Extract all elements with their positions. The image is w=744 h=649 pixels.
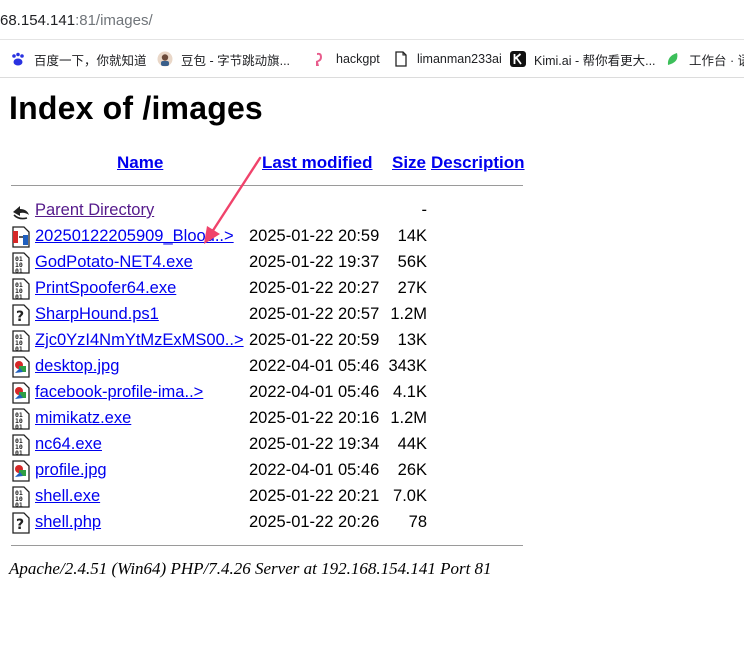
file-row: 01 10 01 mimikatz.exe 2025-01-22 20:16 1.2M	[0, 406, 744, 432]
file-row: desktop.jpg 2022-04-01 05:46 343K	[0, 354, 744, 380]
file-size: 343K	[388, 357, 427, 375]
baidu-paw-icon	[10, 51, 26, 67]
svg-text:01: 01	[15, 501, 23, 508]
column-header-description[interactable]: Description	[431, 153, 525, 173]
file-last-modified: 2025-01-22 20:26	[249, 513, 380, 531]
file-row: profile.jpg 2022-04-01 05:46 26K	[0, 458, 744, 484]
file-last-modified: 2022-04-01 05:46	[249, 383, 380, 401]
unknown-file-icon: ?	[11, 304, 31, 326]
parent-directory-row: Parent Directory -	[0, 198, 744, 224]
file-size: -	[421, 201, 428, 219]
bookmark-baidu[interactable]: 百度一下，你就知道	[10, 50, 147, 68]
unknown-file-icon: ?	[11, 512, 31, 534]
file-row: 20250122205909_Blood..> 2025-01-22 20:59 1…	[0, 224, 744, 250]
file-link[interactable]: facebook-profile-ima..>	[35, 383, 203, 402]
image-file-icon	[11, 382, 31, 404]
file-link[interactable]: SharpHound.ps1	[35, 305, 159, 324]
file-size: 56K	[397, 253, 427, 271]
file-size: 1.2M	[390, 305, 427, 323]
file-size: 26K	[397, 461, 427, 479]
header-divider	[11, 185, 523, 186]
file-row: facebook-profile-ima..> 2022-04-01 05:46 4…	[0, 380, 744, 406]
hackgpt-icon	[312, 51, 328, 67]
binary-file-icon: 01 10 01	[11, 330, 31, 353]
file-link[interactable]: PrintSpoofer64.exe	[35, 279, 176, 298]
document-icon	[393, 51, 409, 67]
file-last-modified: 2025-01-22 20:21	[249, 487, 380, 505]
svg-text:01: 01	[15, 423, 23, 430]
file-link[interactable]: profile.jpg	[35, 461, 107, 480]
svg-text:01: 01	[15, 293, 23, 300]
file-last-modified: 2025-01-22 20:59	[249, 227, 380, 245]
directory-listing-page: Index of /images Name Last modified Size…	[0, 78, 744, 649]
file-last-modified: 2025-01-22 20:59	[249, 331, 380, 349]
server-signature: Apache/2.4.51 (Win64) PHP/7.4.26 Server …	[9, 559, 492, 578]
compressed-file-icon	[11, 226, 31, 248]
back-arrow-icon	[11, 200, 31, 222]
file-row: 01 10 01 nc64.exe 2025-01-22 19:34 44K	[0, 432, 744, 458]
bookmark-kimi[interactable]: Kimi.ai - 帮你看更大...	[510, 50, 656, 68]
file-size: 4.1K	[393, 383, 427, 401]
column-header-last-modified[interactable]: Last modified	[262, 153, 373, 173]
image-file-icon	[11, 356, 31, 378]
file-link[interactable]: mimikatz.exe	[35, 409, 131, 428]
file-size: 44K	[397, 435, 427, 453]
doubao-avatar-icon	[157, 51, 173, 67]
url-text[interactable]: 68.154.141:81/images/	[0, 12, 153, 29]
bookmark-workbench[interactable]: 工作台 · 语	[665, 50, 744, 68]
file-last-modified: 2025-01-22 20:27	[249, 279, 380, 297]
file-size: 1.2M	[390, 409, 427, 427]
bookmark-doubao[interactable]: 豆包 - 字节跳动旗...	[157, 50, 290, 68]
file-link[interactable]: nc64.exe	[35, 435, 102, 454]
bookmark-limanman[interactable]: limanman233ai	[393, 50, 502, 68]
leaf-icon	[665, 51, 681, 67]
file-size: 27K	[397, 279, 427, 297]
file-link[interactable]: 20250122205909_Blood..>	[35, 227, 234, 246]
file-size: 13K	[397, 331, 427, 349]
file-row: 01 10 01 shell.exe 2025-01-22 20:21 7.0K	[0, 484, 744, 510]
file-last-modified: 2025-01-22 20:57	[249, 305, 380, 323]
file-row: 01 10 01 Zjc0YzI4NmYtMzExMS00..> 2025-01-22 …	[0, 328, 744, 354]
bookmarks-bar: 百度一下，你就知道 豆包 - 字节跳动旗... hackgpt limanman…	[0, 40, 744, 78]
bookmark-hackgpt[interactable]: hackgpt	[312, 50, 380, 68]
file-link[interactable]: GodPotato-NET4.exe	[35, 253, 193, 272]
page-title: Index of /images	[9, 90, 263, 126]
file-row: 01 10 01 PrintSpoofer64.exe 2025-01-22 20:27…	[0, 276, 744, 302]
file-last-modified: 2022-04-01 05:46	[249, 461, 380, 479]
file-last-modified: 2025-01-22 20:16	[249, 409, 380, 427]
file-last-modified: 2025-01-22 19:37	[249, 253, 380, 271]
column-header-name[interactable]: Name	[117, 153, 163, 173]
kimi-k-icon	[510, 51, 526, 67]
svg-text:?: ?	[16, 517, 24, 533]
binary-file-icon: 01 10 01	[11, 252, 31, 275]
file-link[interactable]: Zjc0YzI4NmYtMzExMS00..>	[35, 331, 244, 350]
svg-text:01: 01	[15, 267, 23, 274]
binary-file-icon: 01 10 01	[11, 434, 31, 457]
svg-text:?: ?	[16, 309, 24, 325]
svg-text:01: 01	[15, 345, 23, 352]
column-header-size[interactable]: Size	[392, 153, 426, 173]
footer-divider	[11, 545, 523, 546]
file-size: 78	[408, 513, 427, 531]
file-link[interactable]: shell.exe	[35, 487, 100, 506]
file-size: 7.0K	[393, 487, 427, 505]
binary-file-icon: 01 10 01	[11, 486, 31, 509]
file-last-modified: 2022-04-01 05:46	[249, 357, 380, 375]
parent-directory-link[interactable]: Parent Directory	[35, 201, 154, 220]
binary-file-icon: 01 10 01	[11, 278, 31, 301]
address-bar[interactable]: 68.154.141:81/images/	[0, 0, 744, 40]
file-size: 14K	[397, 227, 427, 245]
file-row: ? shell.php 2025-01-22 20:26 78	[0, 510, 744, 536]
file-row: ? SharpHound.ps1 2025-01-22 20:57 1.2M	[0, 302, 744, 328]
file-link[interactable]: shell.php	[35, 513, 101, 532]
binary-file-icon: 01 10 01	[11, 408, 31, 431]
file-last-modified: 2025-01-22 19:34	[249, 435, 380, 453]
svg-text:01: 01	[15, 449, 23, 456]
image-file-icon	[11, 460, 31, 482]
file-link[interactable]: desktop.jpg	[35, 357, 119, 376]
file-row: 01 10 01 GodPotato-NET4.exe 2025-01-22 19:37…	[0, 250, 744, 276]
